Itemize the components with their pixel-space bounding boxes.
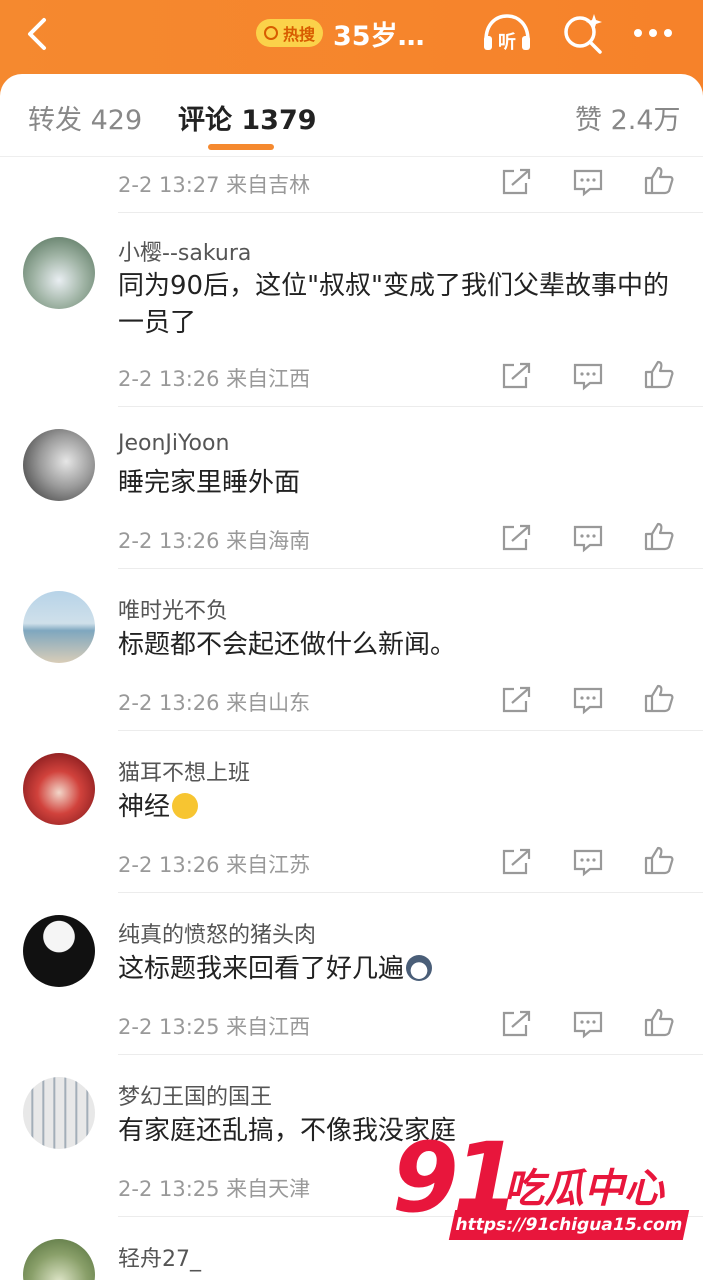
more-icon[interactable] bbox=[630, 20, 676, 46]
comment-icon[interactable] bbox=[572, 361, 604, 391]
search-icon bbox=[264, 26, 278, 40]
share-icon[interactable] bbox=[500, 1009, 532, 1039]
watermark-logo: 91 吃瓜中心 https://91chigua15.com bbox=[392, 1122, 692, 1242]
comment-text-content: 神经 bbox=[118, 792, 171, 822]
avatar[interactable] bbox=[23, 237, 95, 309]
share-icon[interactable] bbox=[500, 847, 532, 877]
share-icon[interactable] bbox=[500, 523, 532, 553]
tab-likes[interactable]: 赞 2.4万 bbox=[575, 98, 681, 137]
comment-item: JeonJiYoon 睡完家里睡外面 2-2 13:26 来自海南 bbox=[0, 407, 703, 569]
comment-meta: 2-2 13:25 来自江西 bbox=[118, 1015, 311, 1039]
hot-search-pill[interactable]: 热搜 35岁… bbox=[256, 12, 425, 54]
comment-username[interactable]: 唯时光不负 bbox=[118, 593, 228, 625]
avatar[interactable] bbox=[23, 1077, 95, 1149]
like-icon[interactable] bbox=[643, 845, 675, 875]
hot-search-title: 35岁… bbox=[333, 20, 425, 52]
comment-icon[interactable] bbox=[572, 523, 604, 553]
comment-text: 睡完家里睡外面 bbox=[118, 468, 301, 498]
comment-meta: 2-2 13:26 来自江西 bbox=[118, 367, 311, 391]
hot-badge-label: 热搜 bbox=[283, 25, 316, 44]
comment-icon[interactable] bbox=[572, 685, 604, 715]
comment-item: 唯时光不负 标题都不会起还做什么新闻。 2-2 13:26 来自山东 bbox=[0, 569, 703, 731]
comment-item: 2-2 13:27 来自吉林 bbox=[0, 157, 703, 213]
tab-bar: 转发 429 评论 1379 赞 2.4万 bbox=[0, 74, 703, 158]
listen-label: 听 bbox=[498, 31, 516, 53]
comment-username[interactable]: 小樱--sakura bbox=[118, 235, 251, 267]
comment-item: 猫耳不想上班 神经 2-2 13:26 来自江苏 bbox=[0, 731, 703, 893]
tab-comments[interactable]: 评论 1379 bbox=[178, 98, 317, 137]
like-icon[interactable] bbox=[643, 521, 675, 551]
comment-icon[interactable] bbox=[572, 167, 604, 197]
comment-text: 标题都不会起还做什么新闻。 bbox=[118, 630, 457, 660]
comment-meta: 2-2 13:26 来自山东 bbox=[118, 691, 311, 715]
listen-icon[interactable]: 听 bbox=[480, 10, 534, 56]
comment-meta: 2-2 13:26 来自江苏 bbox=[118, 853, 311, 877]
comment-username[interactable]: JeonJiYoon bbox=[118, 431, 229, 456]
avatar[interactable] bbox=[23, 591, 95, 663]
comment-text-content: 这标题我来回看了好几遍 bbox=[118, 954, 405, 984]
avatar[interactable] bbox=[23, 1239, 95, 1280]
husky-emoji-icon bbox=[406, 955, 433, 981]
comment-username[interactable]: 纯真的愤怒的猪头肉 bbox=[118, 917, 316, 949]
comment-username[interactable]: 轻舟27_ bbox=[118, 1241, 201, 1273]
avatar[interactable] bbox=[23, 753, 95, 825]
share-icon[interactable] bbox=[500, 685, 532, 715]
share-icon[interactable] bbox=[500, 167, 532, 197]
like-icon[interactable] bbox=[643, 683, 675, 713]
comment-text: 神经 bbox=[118, 789, 678, 826]
hot-badge: 热搜 bbox=[256, 19, 324, 47]
smirk-emoji-icon bbox=[172, 793, 199, 819]
watermark-name: 吃瓜中心 bbox=[504, 1166, 664, 1212]
watermark-url: https://91chigua15.com bbox=[448, 1210, 690, 1240]
comment-meta: 2-2 13:27 来自吉林 bbox=[118, 173, 311, 197]
like-icon[interactable] bbox=[643, 1007, 675, 1037]
comment-item: 小樱--sakura 同为90后，这位"叔叔"变成了我们父辈故事中的一员了 2-… bbox=[0, 213, 703, 407]
comment-icon[interactable] bbox=[572, 1009, 604, 1039]
comment-text: 这标题我来回看了好几遍 bbox=[118, 951, 678, 988]
comment-text: 同为90后，这位"叔叔"变成了我们父辈故事中的一员了 bbox=[118, 271, 670, 338]
back-icon[interactable] bbox=[20, 14, 56, 54]
avatar[interactable] bbox=[23, 915, 95, 987]
comment-item: 纯真的愤怒的猪头肉 这标题我来回看了好几遍 2-2 13:25 来自江西 bbox=[0, 893, 703, 1055]
avatar[interactable] bbox=[23, 429, 95, 501]
share-icon[interactable] bbox=[500, 361, 532, 391]
search-sparkle-icon[interactable] bbox=[560, 10, 606, 56]
active-tab-indicator bbox=[208, 144, 274, 150]
like-icon[interactable] bbox=[643, 359, 675, 389]
comment-meta: 2-2 13:25 来自天津 bbox=[118, 1177, 311, 1201]
comment-username[interactable]: 梦幻王国的国王 bbox=[118, 1079, 272, 1111]
comment-username[interactable]: 猫耳不想上班 bbox=[118, 755, 250, 787]
comment-icon[interactable] bbox=[572, 847, 604, 877]
like-icon[interactable] bbox=[643, 165, 675, 195]
comment-meta: 2-2 13:26 来自海南 bbox=[118, 529, 311, 553]
tab-reposts[interactable]: 转发 429 bbox=[28, 98, 142, 137]
